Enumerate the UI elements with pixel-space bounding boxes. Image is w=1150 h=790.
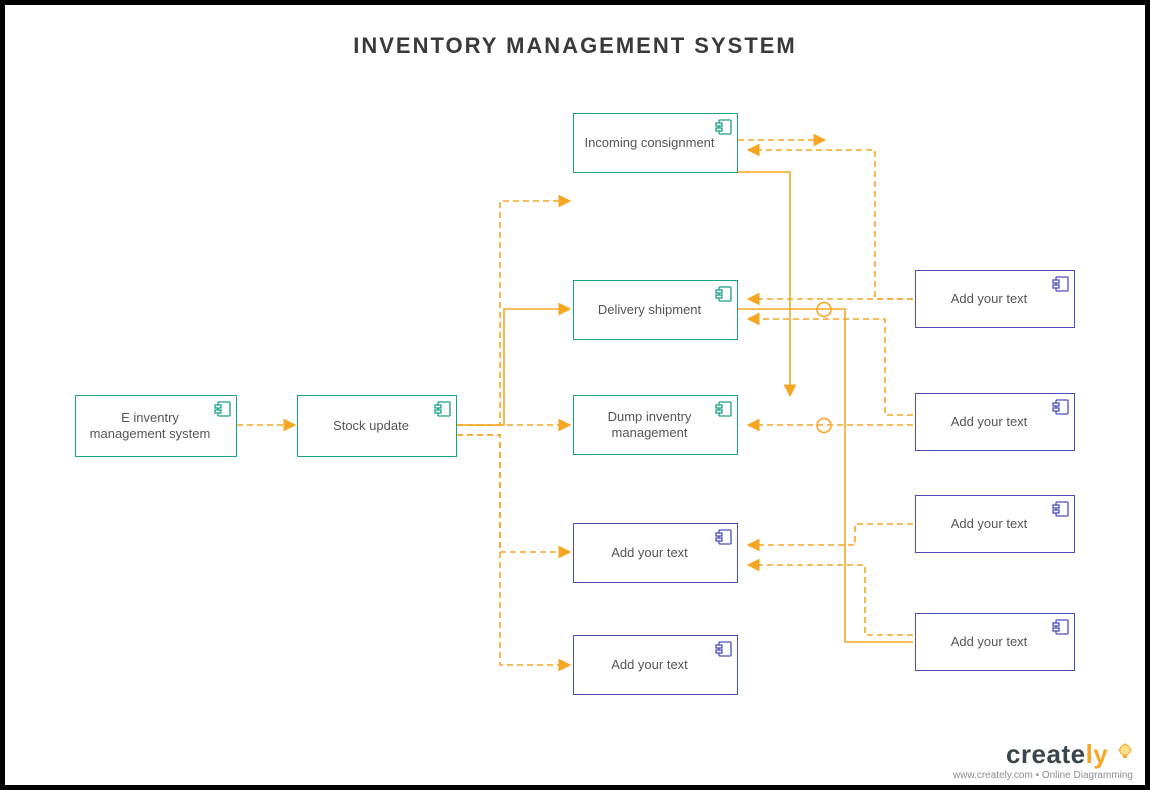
node-e-inventory-management[interactable]: E inventry management system: [75, 395, 237, 457]
brand-footer: creately www.creately.com • Online Diagr…: [953, 739, 1133, 781]
brand-name-a: create: [1006, 739, 1086, 769]
node-label: Add your text: [611, 657, 688, 673]
component-icon: [1052, 500, 1070, 518]
component-icon: [715, 285, 733, 303]
node-incoming-consignment[interactable]: Incoming consignment: [573, 113, 738, 173]
node-label: Add your text: [951, 634, 1028, 650]
node-label: Add your text: [951, 414, 1028, 430]
node-placeholder-b[interactable]: Add your text: [573, 635, 738, 695]
component-icon: [1052, 398, 1070, 416]
component-icon: [715, 528, 733, 546]
component-icon: [1052, 618, 1070, 636]
node-right-1[interactable]: Add your text: [915, 270, 1075, 328]
brand-logo: creately: [953, 739, 1133, 770]
node-label: Add your text: [951, 516, 1028, 532]
component-icon: [715, 118, 733, 136]
node-right-2[interactable]: Add your text: [915, 393, 1075, 451]
node-delivery-shipment[interactable]: Delivery shipment: [573, 280, 738, 340]
component-icon: [214, 400, 232, 418]
node-label: Delivery shipment: [598, 302, 701, 318]
node-label: Dump inventry management: [584, 409, 715, 442]
node-label: E inventry management system: [86, 410, 214, 443]
brand-name-b: ly: [1086, 739, 1109, 769]
component-icon: [1052, 275, 1070, 293]
node-label: Add your text: [611, 545, 688, 561]
diagram-canvas: INVENTORY MANAGEMENT SYSTEM: [5, 5, 1145, 785]
diagram-title: INVENTORY MANAGEMENT SYSTEM: [5, 33, 1145, 59]
component-icon: [715, 400, 733, 418]
node-placeholder-a[interactable]: Add your text: [573, 523, 738, 583]
node-stock-update[interactable]: Stock update: [297, 395, 457, 457]
node-label: Add your text: [951, 291, 1028, 307]
node-right-3[interactable]: Add your text: [915, 495, 1075, 553]
node-right-4[interactable]: Add your text: [915, 613, 1075, 671]
lightbulb-icon: [1117, 739, 1133, 770]
component-icon: [434, 400, 452, 418]
brand-tagline: www.creately.com • Online Diagramming: [953, 770, 1133, 781]
node-label: Stock update: [333, 418, 409, 434]
component-icon: [715, 640, 733, 658]
node-dump-inventory-management[interactable]: Dump inventry management: [573, 395, 738, 455]
node-label: Incoming consignment: [584, 135, 714, 151]
